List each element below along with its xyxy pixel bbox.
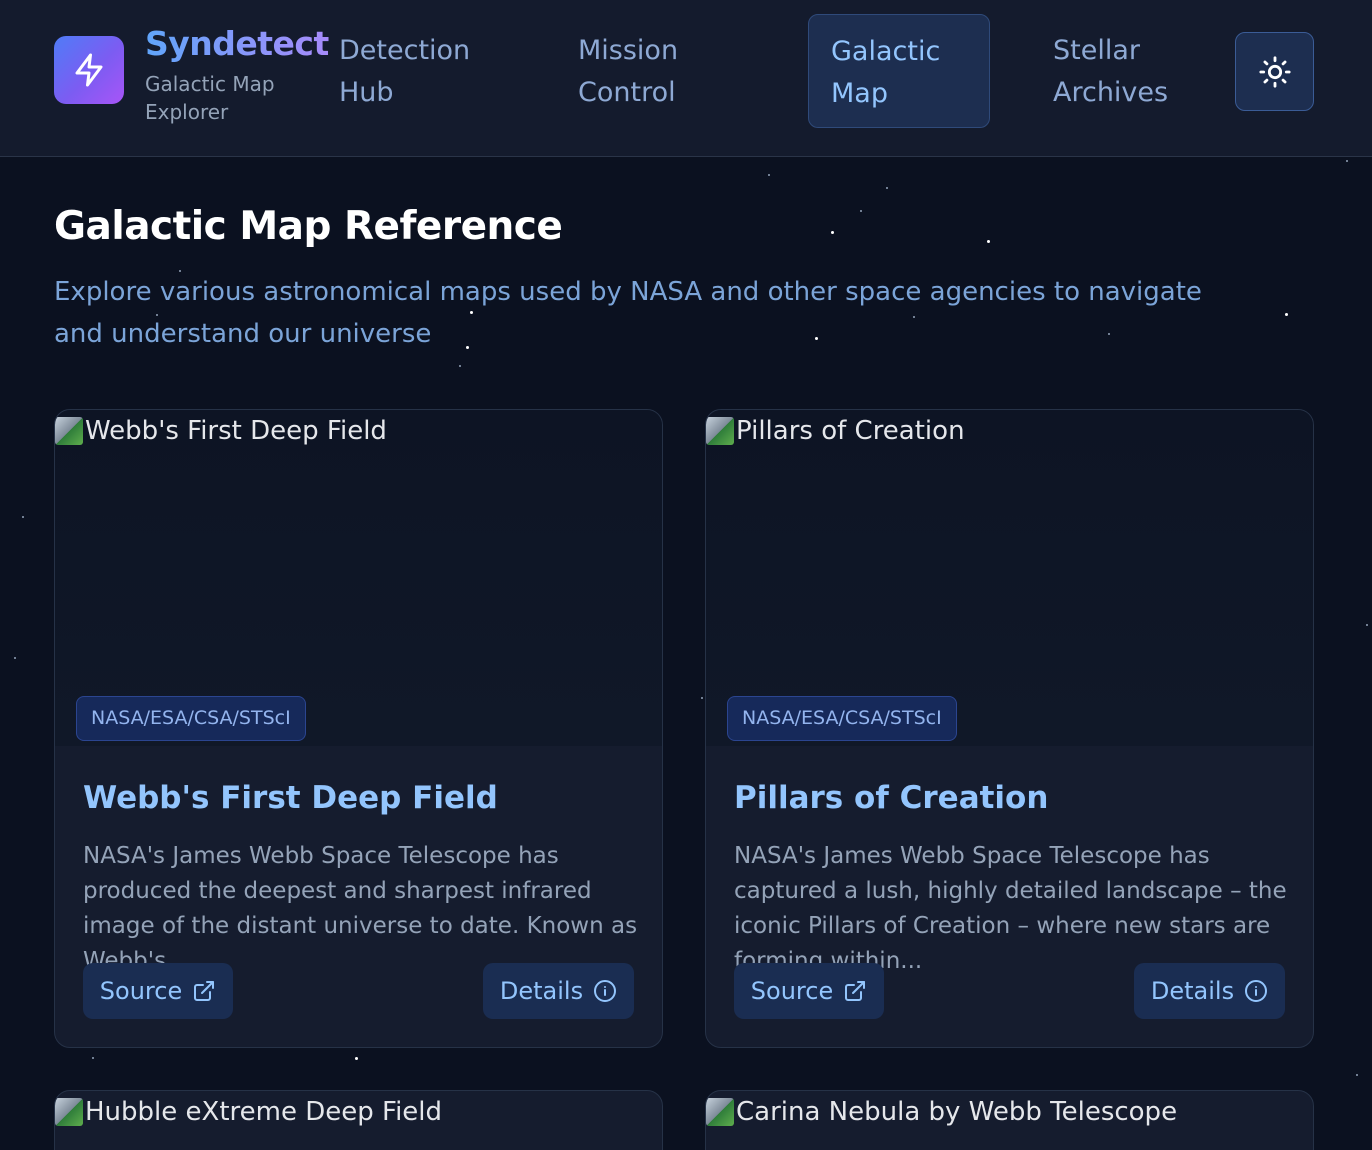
source-button[interactable]: Source: [734, 963, 884, 1019]
star: [355, 1057, 358, 1060]
card-title: Webb's First Deep Field: [83, 780, 498, 816]
brand-subtitle: Galactic Map Explorer: [145, 72, 275, 124]
map-card: Hubble eXtreme Deep Field: [54, 1090, 663, 1150]
star: [92, 1057, 94, 1059]
star: [1356, 1074, 1358, 1076]
image-alt-text: Webb's First Deep Field: [55, 416, 387, 446]
star: [701, 697, 703, 699]
info-icon: [594, 980, 617, 1002]
image-alt-text: Hubble eXtreme Deep Field: [55, 1097, 442, 1127]
app-logo[interactable]: [54, 36, 124, 104]
star: [987, 240, 990, 243]
star: [1285, 313, 1288, 316]
top-navigation-bar: Syndetect Galactic Map Explorer Detectio…: [0, 0, 1372, 157]
star: [1366, 624, 1368, 626]
source-button-label: Source: [750, 977, 834, 1005]
broken-image-icon: [706, 1098, 734, 1126]
brand-name: Syndetect: [145, 24, 329, 63]
external-link-icon: [194, 981, 215, 1001]
broken-image-icon: [706, 417, 734, 445]
external-link-icon: [845, 981, 866, 1001]
star: [1346, 160, 1348, 162]
details-button-label: Details: [1150, 977, 1235, 1005]
star: [831, 231, 834, 234]
card-body: Pillars of Creation NASA's James Webb Sp…: [706, 746, 1313, 1047]
star: [768, 174, 770, 176]
map-card: Webb's First Deep Field NASA/ESA/CSA/STS…: [54, 409, 663, 1048]
nav-item-mission-control[interactable]: Mission Control: [578, 30, 708, 114]
credit-badge: NASA/ESA/CSA/STScI: [727, 696, 957, 741]
credit-badge: NASA/ESA/CSA/STScI: [76, 696, 306, 741]
broken-image-icon: [55, 417, 83, 445]
image-alt-label: Webb's First Deep Field: [85, 416, 387, 446]
card-title: Pillars of Creation: [734, 780, 1049, 816]
sun-icon: [1258, 55, 1291, 88]
nav-item-detection-hub[interactable]: Detection Hub: [339, 30, 489, 114]
card-image: Pillars of Creation NASA/ESA/CSA/STScI: [706, 410, 1313, 746]
image-alt-label: Carina Nebula by Webb Telescope: [736, 1097, 1178, 1127]
card-image: Webb's First Deep Field NASA/ESA/CSA/STS…: [55, 410, 662, 746]
source-button[interactable]: Source: [83, 963, 233, 1019]
card-description: NASA's James Webb Space Telescope has ca…: [734, 843, 1287, 974]
map-card: Pillars of Creation NASA/ESA/CSA/STScI P…: [705, 409, 1314, 1048]
card-body: Webb's First Deep Field NASA's James Web…: [55, 746, 662, 1047]
info-icon: [1245, 980, 1268, 1002]
card-description: NASA's James Webb Space Telescope has pr…: [83, 843, 638, 974]
theme-toggle-button[interactable]: [1235, 32, 1314, 111]
star: [22, 516, 24, 518]
map-card: Carina Nebula by Webb Telescope: [705, 1090, 1314, 1150]
image-alt-text: Pillars of Creation: [706, 416, 965, 446]
details-button[interactable]: Details: [483, 963, 634, 1019]
page-subtitle: Explore various astronomical maps used b…: [54, 277, 1202, 349]
nav-item-stellar-archives[interactable]: Stellar Archives: [1053, 30, 1193, 114]
source-button-label: Source: [99, 977, 183, 1005]
star: [886, 187, 888, 189]
details-button-label: Details: [499, 977, 584, 1005]
broken-image-icon: [55, 1098, 83, 1126]
star: [459, 365, 461, 367]
lightning-bolt-icon: [75, 53, 103, 87]
image-alt-label: Hubble eXtreme Deep Field: [85, 1097, 443, 1127]
star: [860, 210, 862, 212]
nav-item-galactic-map[interactable]: Galactic Map: [808, 14, 990, 128]
image-alt-text: Carina Nebula by Webb Telescope: [706, 1097, 1177, 1127]
image-alt-label: Pillars of Creation: [736, 416, 965, 446]
page-title: Galactic Map Reference: [54, 204, 563, 249]
details-button[interactable]: Details: [1134, 963, 1285, 1019]
star: [14, 657, 16, 659]
